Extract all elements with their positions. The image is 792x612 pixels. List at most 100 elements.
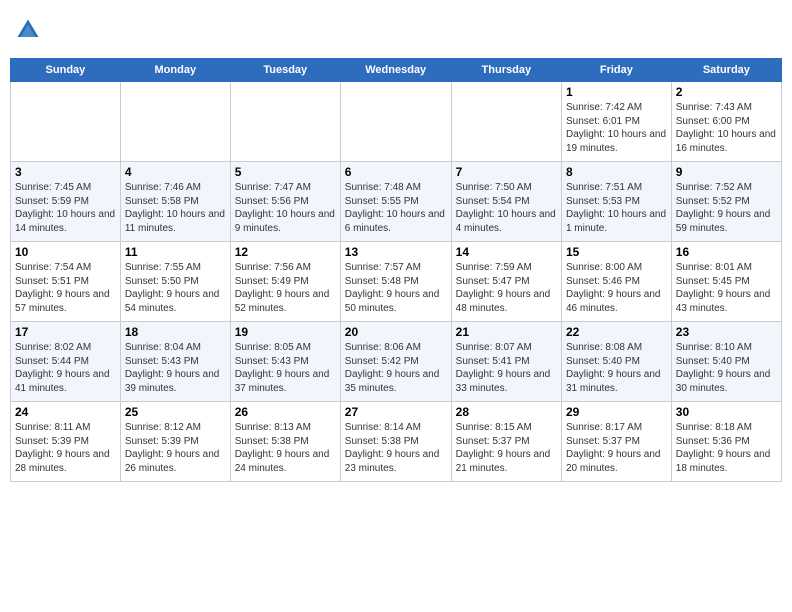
day-number: 21 bbox=[456, 325, 557, 339]
day-info: Sunrise: 7:51 AM Sunset: 5:53 PM Dayligh… bbox=[566, 181, 667, 235]
day-number: 19 bbox=[235, 325, 336, 339]
calendar-table: SundayMondayTuesdayWednesdayThursdayFrid… bbox=[10, 58, 782, 482]
day-number: 2 bbox=[676, 85, 777, 99]
day-info: Sunrise: 8:11 AM Sunset: 5:39 PM Dayligh… bbox=[15, 421, 116, 475]
calendar-cell: 26 Sunrise: 8:13 AM Sunset: 5:38 PM Dayli… bbox=[230, 402, 340, 482]
calendar-cell: 23 Sunrise: 8:10 AM Sunset: 5:40 PM Dayli… bbox=[671, 322, 781, 402]
day-header-thursday: Thursday bbox=[451, 59, 561, 82]
day-info: Sunrise: 7:55 AM Sunset: 5:50 PM Dayligh… bbox=[125, 261, 226, 315]
day-info: Sunrise: 7:50 AM Sunset: 5:54 PM Dayligh… bbox=[456, 181, 557, 235]
day-number: 13 bbox=[345, 245, 447, 259]
calendar-cell: 4Sunrise: 7:46 AM Sunset: 5:58 PM Daylig… bbox=[120, 162, 230, 242]
calendar-cell: 27 Sunrise: 8:14 AM Sunset: 5:38 PM Dayli… bbox=[340, 402, 451, 482]
day-info: Sunrise: 8:00 AM Sunset: 5:46 PM Dayligh… bbox=[566, 261, 667, 315]
day-number: 10 bbox=[15, 245, 116, 259]
calendar-cell: 30 Sunrise: 8:18 AM Sunset: 5:36 PM Dayli… bbox=[671, 402, 781, 482]
day-info: Sunrise: 7:57 AM Sunset: 5:48 PM Dayligh… bbox=[345, 261, 447, 315]
day-number: 6 bbox=[345, 165, 447, 179]
day-number: 28 bbox=[456, 405, 557, 419]
day-number: 15 bbox=[566, 245, 667, 259]
calendar-cell: 10 Sunrise: 7:54 AM Sunset: 5:51 PM Dayli… bbox=[11, 242, 121, 322]
day-number: 3 bbox=[15, 165, 116, 179]
calendar-cell: 24 Sunrise: 8:11 AM Sunset: 5:39 PM Dayli… bbox=[11, 402, 121, 482]
calendar-cell: 3 Sunrise: 7:45 AM Sunset: 5:59 PM Daylig… bbox=[11, 162, 121, 242]
day-info: Sunrise: 8:13 AM Sunset: 5:38 PM Dayligh… bbox=[235, 421, 336, 475]
day-number: 25 bbox=[125, 405, 226, 419]
day-number: 9 bbox=[676, 165, 777, 179]
calendar-cell bbox=[451, 82, 561, 162]
day-number: 27 bbox=[345, 405, 447, 419]
day-number: 7 bbox=[456, 165, 557, 179]
day-info: Sunrise: 7:54 AM Sunset: 5:51 PM Dayligh… bbox=[15, 261, 116, 315]
calendar-cell: 29 Sunrise: 8:17 AM Sunset: 5:37 PM Dayli… bbox=[561, 402, 671, 482]
calendar-cell: 28Sunrise: 8:15 AM Sunset: 5:37 PM Dayli… bbox=[451, 402, 561, 482]
calendar-cell: 9 Sunrise: 7:52 AM Sunset: 5:52 PM Daylig… bbox=[671, 162, 781, 242]
calendar-cell: 14 Sunrise: 7:59 AM Sunset: 5:47 PM Dayli… bbox=[451, 242, 561, 322]
day-header-tuesday: Tuesday bbox=[230, 59, 340, 82]
day-info: Sunrise: 8:14 AM Sunset: 5:38 PM Dayligh… bbox=[345, 421, 447, 475]
day-info: Sunrise: 8:12 AM Sunset: 5:39 PM Dayligh… bbox=[125, 421, 226, 475]
calendar-cell bbox=[11, 82, 121, 162]
day-number: 26 bbox=[235, 405, 336, 419]
day-number: 17 bbox=[15, 325, 116, 339]
header bbox=[10, 10, 782, 50]
calendar-cell: 12 Sunrise: 7:56 AM Sunset: 5:49 PM Dayli… bbox=[230, 242, 340, 322]
calendar-cell: 7 Sunrise: 7:50 AM Sunset: 5:54 PM Daylig… bbox=[451, 162, 561, 242]
day-info: Sunrise: 8:05 AM Sunset: 5:43 PM Dayligh… bbox=[235, 341, 336, 395]
day-info: Sunrise: 8:08 AM Sunset: 5:40 PM Dayligh… bbox=[566, 341, 667, 395]
calendar-cell: 19 Sunrise: 8:05 AM Sunset: 5:43 PM Dayli… bbox=[230, 322, 340, 402]
day-info: Sunrise: 8:04 AM Sunset: 5:43 PM Dayligh… bbox=[125, 341, 226, 395]
day-number: 24 bbox=[15, 405, 116, 419]
calendar-cell: 11 Sunrise: 7:55 AM Sunset: 5:50 PM Dayli… bbox=[120, 242, 230, 322]
day-info: Sunrise: 8:06 AM Sunset: 5:42 PM Dayligh… bbox=[345, 341, 447, 395]
day-number: 5 bbox=[235, 165, 336, 179]
day-number: 29 bbox=[566, 405, 667, 419]
calendar-cell bbox=[340, 82, 451, 162]
day-info: Sunrise: 7:59 AM Sunset: 5:47 PM Dayligh… bbox=[456, 261, 557, 315]
day-header-sunday: Sunday bbox=[11, 59, 121, 82]
day-header-friday: Friday bbox=[561, 59, 671, 82]
calendar-cell: 15 Sunrise: 8:00 AM Sunset: 5:46 PM Dayli… bbox=[561, 242, 671, 322]
day-number: 30 bbox=[676, 405, 777, 419]
day-info: Sunrise: 7:52 AM Sunset: 5:52 PM Dayligh… bbox=[676, 181, 777, 235]
day-info: Sunrise: 7:48 AM Sunset: 5:55 PM Dayligh… bbox=[345, 181, 447, 235]
calendar-cell: 22 Sunrise: 8:08 AM Sunset: 5:40 PM Dayli… bbox=[561, 322, 671, 402]
calendar-cell: 1 Sunrise: 7:42 AM Sunset: 6:01 PM Daylig… bbox=[561, 82, 671, 162]
calendar-cell: 13 Sunrise: 7:57 AM Sunset: 5:48 PM Dayli… bbox=[340, 242, 451, 322]
calendar-cell: 18 Sunrise: 8:04 AM Sunset: 5:43 PM Dayli… bbox=[120, 322, 230, 402]
day-info: Sunrise: 7:56 AM Sunset: 5:49 PM Dayligh… bbox=[235, 261, 336, 315]
logo bbox=[14, 16, 46, 44]
day-info: Sunrise: 7:43 AM Sunset: 6:00 PM Dayligh… bbox=[676, 101, 777, 155]
day-number: 1 bbox=[566, 85, 667, 99]
calendar-cell: 25 Sunrise: 8:12 AM Sunset: 5:39 PM Dayli… bbox=[120, 402, 230, 482]
day-number: 12 bbox=[235, 245, 336, 259]
day-info: Sunrise: 8:01 AM Sunset: 5:45 PM Dayligh… bbox=[676, 261, 777, 315]
day-number: 20 bbox=[345, 325, 447, 339]
day-number: 23 bbox=[676, 325, 777, 339]
calendar-cell: 6 Sunrise: 7:48 AM Sunset: 5:55 PM Daylig… bbox=[340, 162, 451, 242]
day-info: Sunrise: 8:07 AM Sunset: 5:41 PM Dayligh… bbox=[456, 341, 557, 395]
day-info: Sunrise: 7:42 AM Sunset: 6:01 PM Dayligh… bbox=[566, 101, 667, 155]
calendar-cell bbox=[230, 82, 340, 162]
day-header-monday: Monday bbox=[120, 59, 230, 82]
calendar-cell: 5Sunrise: 7:47 AM Sunset: 5:56 PM Daylig… bbox=[230, 162, 340, 242]
day-number: 18 bbox=[125, 325, 226, 339]
day-header-wednesday: Wednesday bbox=[340, 59, 451, 82]
calendar-cell: 2 Sunrise: 7:43 AM Sunset: 6:00 PM Daylig… bbox=[671, 82, 781, 162]
day-info: Sunrise: 8:02 AM Sunset: 5:44 PM Dayligh… bbox=[15, 341, 116, 395]
calendar-cell bbox=[120, 82, 230, 162]
day-number: 8 bbox=[566, 165, 667, 179]
calendar-cell: 21 Sunrise: 8:07 AM Sunset: 5:41 PM Dayli… bbox=[451, 322, 561, 402]
logo-icon bbox=[14, 16, 42, 44]
calendar-cell: 20 Sunrise: 8:06 AM Sunset: 5:42 PM Dayli… bbox=[340, 322, 451, 402]
day-number: 14 bbox=[456, 245, 557, 259]
day-number: 4 bbox=[125, 165, 226, 179]
day-info: Sunrise: 8:18 AM Sunset: 5:36 PM Dayligh… bbox=[676, 421, 777, 475]
day-info: Sunrise: 8:17 AM Sunset: 5:37 PM Dayligh… bbox=[566, 421, 667, 475]
day-header-saturday: Saturday bbox=[671, 59, 781, 82]
calendar-cell: 17 Sunrise: 8:02 AM Sunset: 5:44 PM Dayli… bbox=[11, 322, 121, 402]
day-info: Sunrise: 8:10 AM Sunset: 5:40 PM Dayligh… bbox=[676, 341, 777, 395]
day-number: 22 bbox=[566, 325, 667, 339]
day-number: 11 bbox=[125, 245, 226, 259]
day-info: Sunrise: 7:45 AM Sunset: 5:59 PM Dayligh… bbox=[15, 181, 116, 235]
